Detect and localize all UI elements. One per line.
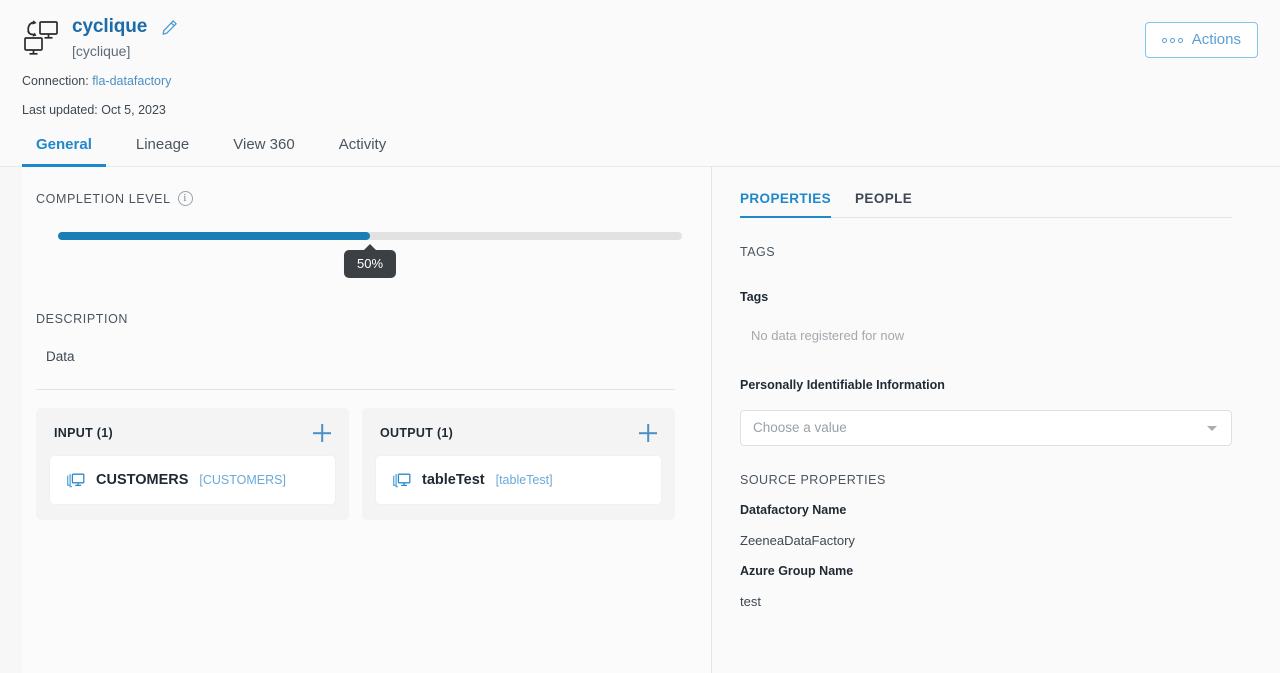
description-label: DESCRIPTION [36, 312, 129, 326]
chevron-down-icon [1207, 425, 1217, 431]
entity-detail-page: cyclique [cyclique] Actions Connection: … [0, 0, 1280, 673]
entity-title-block: cyclique [cyclique] [72, 14, 178, 60]
tags-field-label: Tags [740, 290, 769, 304]
section-divider [36, 389, 675, 390]
progress-fill [58, 232, 370, 240]
info-circle-icon[interactable]: i [177, 191, 193, 206]
source-property-key: Datafactory Name [740, 503, 847, 517]
list-item[interactable]: tableTest [tableTest] [376, 456, 661, 504]
pii-select-placeholder: Choose a value [753, 420, 847, 435]
data-process-screens-icon [22, 14, 60, 55]
left-rail [0, 167, 22, 673]
source-property-value: test [740, 594, 761, 609]
output-card-title: OUTPUT (1) [380, 426, 454, 440]
tab-general[interactable]: General [22, 136, 114, 167]
page-header: cyclique [cyclique] Actions Connection: … [0, 0, 1280, 167]
input-card-header: INPUT (1) [50, 424, 335, 442]
description-value[interactable]: Data [46, 348, 675, 366]
progress-tooltip: 50% [343, 250, 397, 278]
completion-level-label: COMPLETION LEVEL [36, 191, 171, 206]
tab-activity-label: Activity [338, 136, 387, 153]
output-card: OUTPUT (1) tableTest [tableTest] [362, 408, 675, 520]
completion-level-section: COMPLETION LEVEL i [36, 191, 675, 206]
actions-button[interactable]: Actions [1144, 22, 1258, 58]
dataset-stack-icon [66, 472, 85, 489]
list-item[interactable]: CUSTOMERS [CUSTOMERS] [50, 456, 335, 504]
completion-progress-bar[interactable]: 50% [58, 232, 682, 278]
list-item-name: tableTest [422, 472, 485, 488]
actions-button-label: Actions [1191, 31, 1241, 48]
entity-title-row: cyclique [72, 16, 178, 38]
tab-people-label: PEOPLE [855, 191, 913, 206]
last-updated-line: Last updated: Oct 5, 2023 [22, 102, 1258, 118]
connection-label: Connection: [22, 74, 89, 88]
list-item-technical-name: [tableTest] [495, 473, 553, 487]
tags-empty-text: No data registered for now [751, 328, 905, 343]
plus-icon[interactable] [313, 424, 331, 442]
three-dots-icon [1161, 37, 1183, 43]
input-card: INPUT (1) CUSTOMERS [CUSTOMERS] [36, 408, 349, 520]
tab-activity[interactable]: Activity [317, 136, 409, 166]
input-card-title: INPUT (1) [54, 426, 113, 440]
tab-view-360-label: View 360 [233, 136, 295, 153]
connection-link[interactable]: fla-datafactory [92, 74, 171, 88]
plus-icon[interactable] [639, 424, 657, 442]
tab-lineage[interactable]: Lineage [114, 136, 211, 166]
source-properties-label: SOURCE PROPERTIES [740, 473, 886, 487]
page-body: COMPLETION LEVEL i 50% DESCRIPTION Data … [0, 167, 1280, 673]
list-item-name: CUSTOMERS [96, 472, 189, 488]
connection-line: Connection: fla-datafactory [22, 73, 1258, 89]
tags-section-label: TAGS [740, 245, 776, 259]
pii-label: Personally Identifiable Information [740, 378, 945, 392]
main-content-pane: COMPLETION LEVEL i 50% DESCRIPTION Data … [22, 167, 712, 673]
main-tabs: General Lineage View 360 Activity [22, 136, 1258, 167]
source-property-key: Azure Group Name [740, 564, 854, 578]
tab-general-label: General [36, 136, 92, 153]
last-updated-label: Last updated: [22, 103, 98, 117]
source-property-value: ZeeneaDataFactory [740, 533, 855, 548]
output-card-header: OUTPUT (1) [376, 424, 661, 442]
tab-view-360[interactable]: View 360 [211, 136, 316, 166]
dataset-stack-icon [392, 472, 411, 489]
last-updated-value: Oct 5, 2023 [101, 103, 166, 117]
page-title: cyclique [72, 16, 148, 37]
list-item-technical-name: [CUSTOMERS] [199, 473, 286, 487]
tab-people[interactable]: PEOPLE [855, 179, 912, 217]
entity-technical-name: [cyclique] [72, 43, 131, 59]
tab-lineage-label: Lineage [135, 136, 190, 153]
pencil-edit-icon[interactable] [161, 19, 178, 36]
header-title-row: cyclique [cyclique] [22, 14, 1258, 60]
tab-properties[interactable]: PROPERTIES [740, 179, 832, 218]
tab-properties-label: PROPERTIES [740, 191, 832, 206]
properties-panel: PROPERTIES PEOPLE TAGS Tags No data regi… [712, 167, 1280, 673]
io-cards-row: INPUT (1) CUSTOMERS [CUSTOMERS] OUTPUT (… [36, 408, 675, 520]
description-section: DESCRIPTION [36, 312, 675, 326]
pii-select[interactable]: Choose a value [740, 410, 1232, 446]
properties-panel-tabs: PROPERTIES PEOPLE [740, 179, 1232, 218]
